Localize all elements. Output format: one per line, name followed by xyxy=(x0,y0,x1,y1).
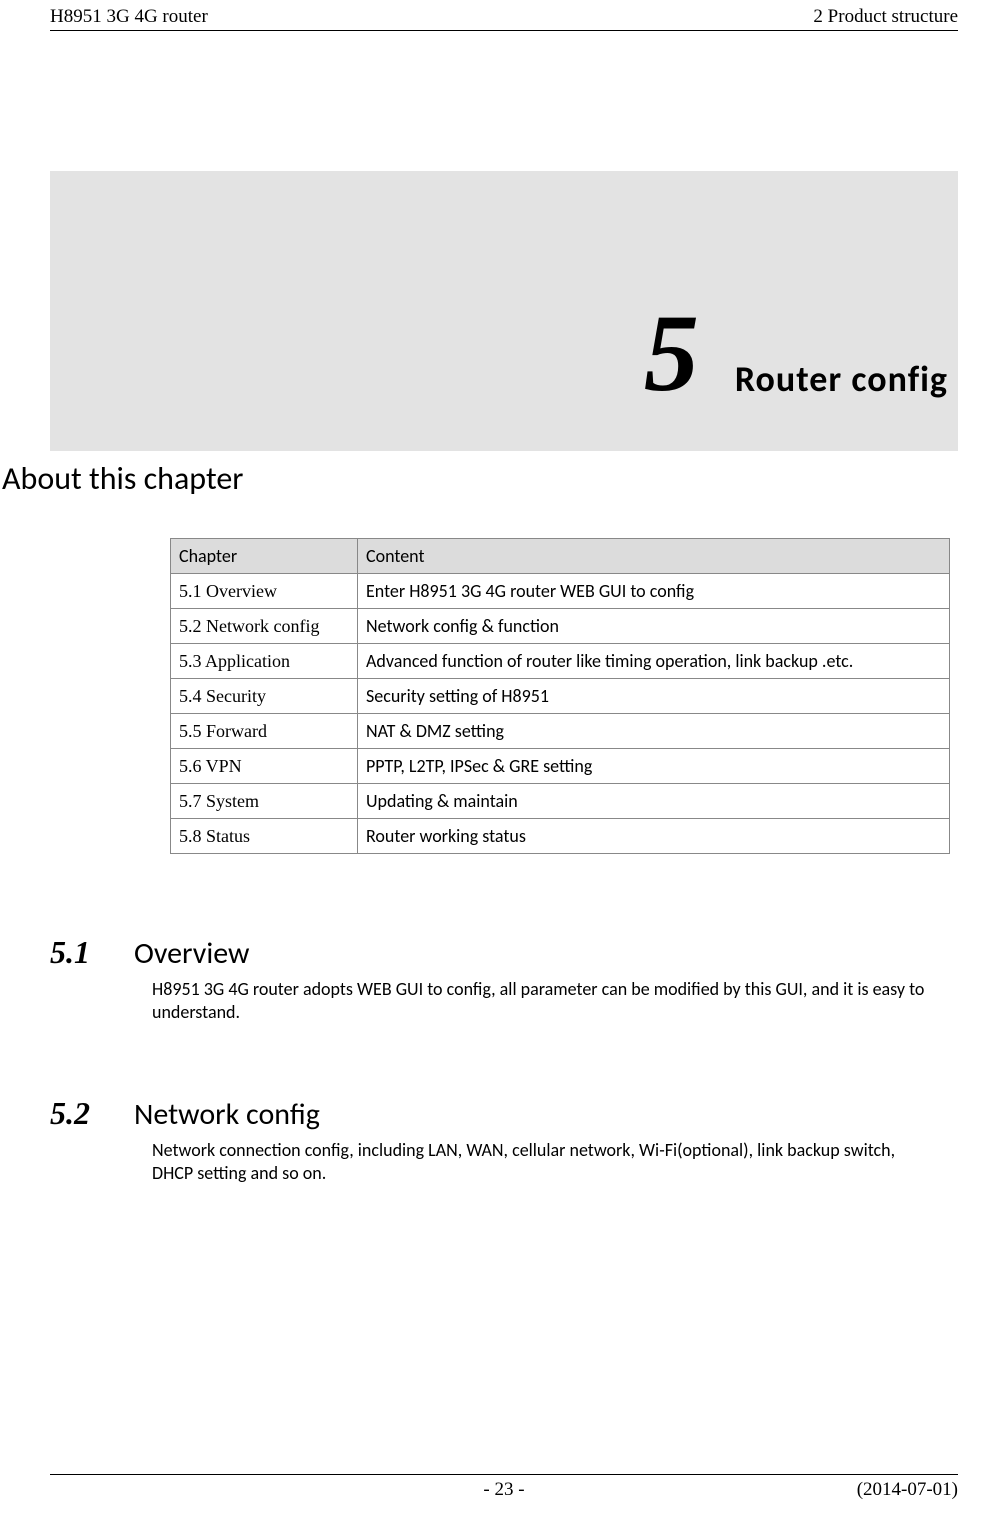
page-footer: - 23 - (2014-07-01) xyxy=(50,1474,958,1501)
table-cell-content: NAT & DMZ setting xyxy=(358,714,950,749)
section-heading-row: 5.1 Overview xyxy=(50,934,958,972)
chapter-title: Router config xyxy=(735,357,948,401)
section-number: 5.2 xyxy=(50,1095,120,1132)
table-cell-chapter: 5.1 Overview xyxy=(171,574,358,609)
table-cell-chapter: 5.2 Network config xyxy=(171,609,358,644)
section-number: 5.1 xyxy=(50,934,120,971)
table-row: 5.1 Overview Enter H8951 3G 4G router WE… xyxy=(171,574,950,609)
table-row: 5.6 VPN PPTP, L2TP, IPSec & GRE setting xyxy=(171,749,950,784)
section-heading-row: 5.2 Network config xyxy=(50,1095,958,1133)
table-cell-chapter: 5.3 Application xyxy=(171,644,358,679)
table-header-chapter: Chapter xyxy=(171,539,358,574)
page: H8951 3G 4G router 2 Product structure 5… xyxy=(0,0,1008,1529)
table-cell-chapter: 5.6 VPN xyxy=(171,749,358,784)
table-row: 5.7 System Updating & maintain xyxy=(171,784,950,819)
table-row: 5.5 Forward NAT & DMZ setting xyxy=(171,714,950,749)
table-cell-content: Router working status xyxy=(358,819,950,854)
table-row: 5.3 Application Advanced function of rou… xyxy=(171,644,950,679)
table-cell-content: PPTP, L2TP, IPSec & GRE setting xyxy=(358,749,950,784)
chapter-number: 5 xyxy=(644,326,699,381)
chapter-table: Chapter Content 5.1 Overview Enter H8951… xyxy=(170,538,950,854)
header-right: 2 Product structure xyxy=(813,6,958,28)
footer-date: (2014-07-01) xyxy=(857,1479,958,1501)
header-left: H8951 3G 4G router xyxy=(50,6,208,28)
table-cell-chapter: 5.8 Status xyxy=(171,819,358,854)
table-cell-content: Network config & function xyxy=(358,609,950,644)
table-cell-content: Enter H8951 3G 4G router WEB GUI to conf… xyxy=(358,574,950,609)
table-cell-chapter: 5.5 Forward xyxy=(171,714,358,749)
section-body: H8951 3G 4G router adopts WEB GUI to con… xyxy=(152,978,932,1025)
table-cell-content: Updating & maintain xyxy=(358,784,950,819)
section-5-2: 5.2 Network config Network connection co… xyxy=(50,1095,958,1186)
table-cell-chapter: 5.7 System xyxy=(171,784,358,819)
table-cell-chapter: 5.4 Security xyxy=(171,679,358,714)
footer-page-number: - 23 - xyxy=(483,1479,524,1501)
chapter-banner: 5 Router config xyxy=(50,171,958,451)
table-cell-content: Security setting of H8951 xyxy=(358,679,950,714)
section-5-1: 5.1 Overview H8951 3G 4G router adopts W… xyxy=(50,934,958,1025)
table-row: 5.4 Security Security setting of H8951 xyxy=(171,679,950,714)
page-header: H8951 3G 4G router 2 Product structure xyxy=(50,0,958,31)
table-row: 5.2 Network config Network config & func… xyxy=(171,609,950,644)
table-header-row: Chapter Content xyxy=(171,539,950,574)
section-title: Overview xyxy=(134,935,249,972)
section-title: Network config xyxy=(134,1096,320,1133)
about-this-chapter-heading: About this chapter xyxy=(2,459,958,498)
table-cell-content: Advanced function of router like timing … xyxy=(358,644,950,679)
table-header-content: Content xyxy=(358,539,950,574)
section-body: Network connection config, including LAN… xyxy=(152,1139,932,1186)
table-row: 5.8 Status Router working status xyxy=(171,819,950,854)
